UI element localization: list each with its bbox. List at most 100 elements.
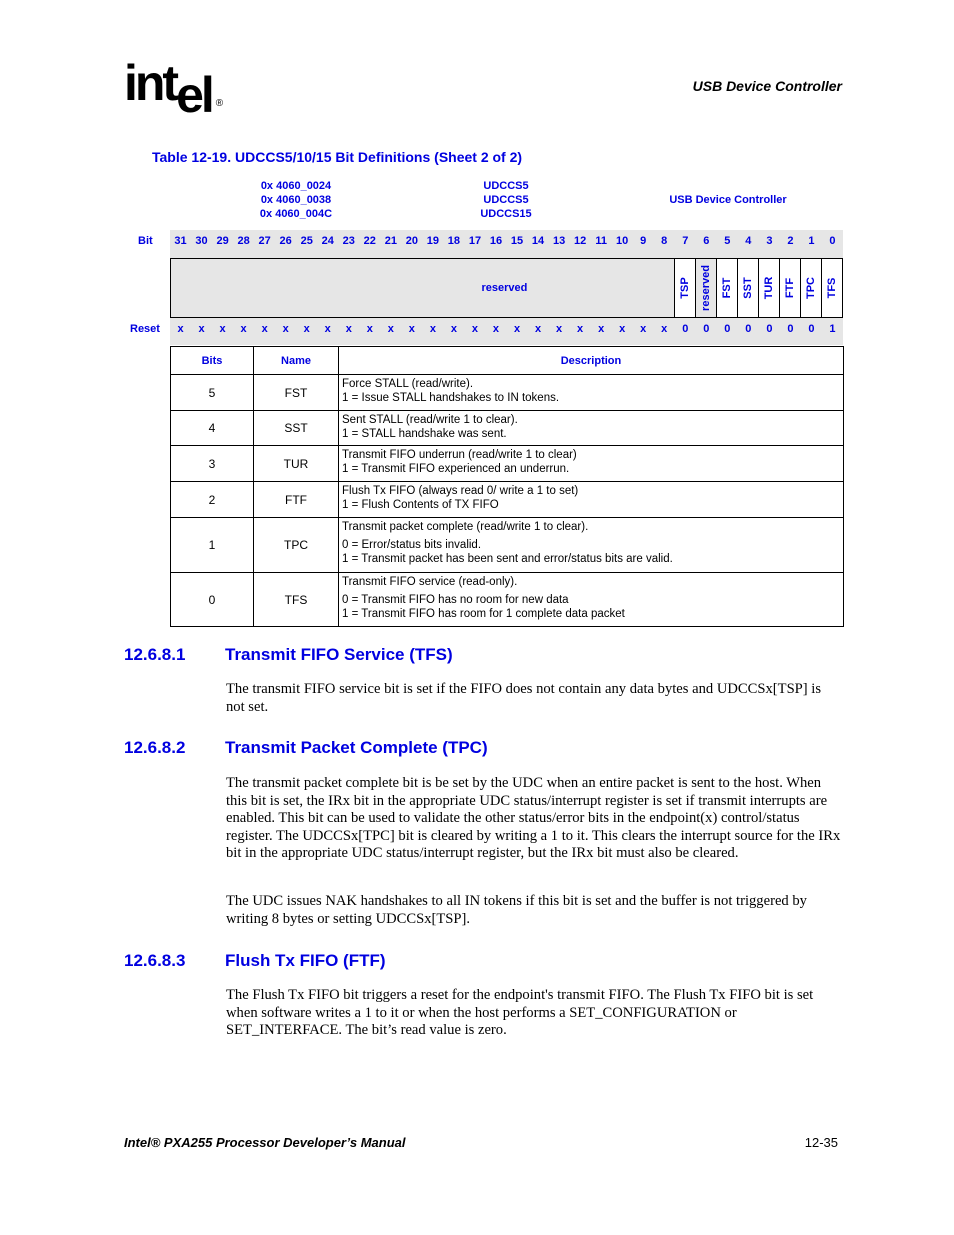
reset-value: x xyxy=(429,323,436,335)
reset-value: x xyxy=(345,323,352,335)
bit-number: 19 xyxy=(426,235,440,247)
bit-number: 11 xyxy=(595,235,607,247)
field-bit-4: SST xyxy=(736,259,758,317)
bit-number: 27 xyxy=(258,235,271,247)
description-line: Transmit FIFO underrun (read/write 1 to … xyxy=(342,449,577,461)
bit-number: 25 xyxy=(300,235,313,247)
bit-number: 21 xyxy=(384,235,397,247)
description-line: Sent STALL (read/write 1 to clear). xyxy=(342,414,518,426)
reset-value: x xyxy=(324,323,331,335)
reset-value: x xyxy=(450,323,457,335)
reset-value: x xyxy=(640,323,647,335)
cell-name: TFS xyxy=(253,572,339,627)
table-title: Table 12-19. UDCCS5/10/15 Bit Definition… xyxy=(152,149,523,165)
table-header-row: Bits Name Description xyxy=(170,346,844,375)
cell-name: FTF xyxy=(253,481,339,518)
cell-name: FST xyxy=(253,374,339,411)
bit-number: 2 xyxy=(787,235,794,247)
cell-description: Sent STALL (read/write 1 to clear). 1 = … xyxy=(338,410,844,446)
register-names: UDCCS5 UDCCS5 UDCCS15 xyxy=(470,179,542,221)
cell-bits: 2 xyxy=(170,481,254,518)
bit-number: 8 xyxy=(661,235,668,247)
field-name: SST xyxy=(741,277,754,299)
section-title: Transmit Packet Complete (TPC) xyxy=(225,738,488,757)
reset-value: x xyxy=(219,323,226,335)
field-bit-0: TFS xyxy=(820,259,842,317)
description-line: 0 = Transmit FIFO has no room for new da… xyxy=(342,594,569,606)
reset-value: x xyxy=(598,323,605,335)
field-name: reserved xyxy=(699,265,712,311)
section-number: 12.6.8.2 xyxy=(124,738,186,757)
paragraph: The Flush Tx FIFO bit triggers a reset f… xyxy=(226,987,814,1038)
bit-number: 18 xyxy=(447,235,461,247)
description-line: 1 = Issue STALL handshakes to IN tokens. xyxy=(342,392,560,404)
table-row: 3 TUR Transmit FIFO underrun (read/write… xyxy=(170,445,844,482)
section-title: Transmit FIFO Service (TFS) xyxy=(225,645,453,664)
bit-number: 15 xyxy=(510,235,524,247)
bit-number: 10 xyxy=(616,235,629,247)
logo-text-drop-e: el xyxy=(176,67,215,123)
paragraph: The transmit packet complete bit is be s… xyxy=(226,775,841,861)
description-line: Force STALL (read/write). xyxy=(342,378,474,390)
reserved-label: reserved xyxy=(481,282,528,294)
description-line: 1 = STALL handshake was sent. xyxy=(342,428,507,440)
reset-value: x xyxy=(282,323,289,335)
section-title: Flush Tx FIFO (FTF) xyxy=(225,951,386,970)
reset-value: x xyxy=(240,323,247,335)
bit-number: 16 xyxy=(489,235,503,247)
cell-bits: 0 xyxy=(170,572,254,627)
table-row: 5 FST Force STALL (read/write). 1 = Issu… xyxy=(170,374,844,411)
reset-value: 0 xyxy=(682,323,689,335)
field-bit-3: TUR xyxy=(757,259,779,317)
reset-value: x xyxy=(661,323,668,335)
bit-number-row: 31 30 29 28 27 26 25 24 23 22 21 20 19 18 17 16 15 14 13 12… xyxy=(170,235,843,247)
cell-bits: 3 xyxy=(170,445,254,482)
description-line: 0 = Error/status bits invalid. xyxy=(342,539,482,551)
register-name: UDCCS15 xyxy=(480,208,532,220)
description-line: 1 = Flush Contents of TX FIFO xyxy=(342,499,499,511)
address: 0x 4060_004C xyxy=(259,208,333,220)
column-header-description: Description xyxy=(338,346,844,375)
registered-mark: ® xyxy=(215,98,224,109)
register-name: UDCCS5 xyxy=(483,194,529,206)
field-reserved-31-8: reserved xyxy=(171,259,674,317)
field-name: TUR xyxy=(762,276,775,300)
bit-number: 24 xyxy=(321,235,334,247)
cell-description: Transmit FIFO service (read-only). 0 = T… xyxy=(338,572,844,627)
register-addresses: 0x 4060_0024 0x 4060_0038 0x 4060_004C xyxy=(248,179,344,221)
bit-number: 30 xyxy=(195,235,208,247)
intel-logo: intel ® xyxy=(124,58,223,123)
field-bit-6: reserved xyxy=(694,259,716,317)
reset-value: x xyxy=(303,323,310,335)
paragraph: The transmit FIFO service bit is set if … xyxy=(226,681,822,715)
bit-number: 3 xyxy=(766,235,773,247)
reset-value: 0 xyxy=(703,323,710,335)
field-name: FST xyxy=(720,277,733,299)
bit-number: 9 xyxy=(640,235,647,247)
reset-value-row: x x x x x x x x x x x x x x x x x x x x x x x x 0 0 0 0 0 0 0 1 xyxy=(170,323,843,335)
bit-number: 31 xyxy=(174,235,187,247)
cell-description: Force STALL (read/write). 1 = Issue STAL… xyxy=(338,374,844,411)
reset-value: x xyxy=(261,323,268,335)
bit-number: 13 xyxy=(552,235,566,247)
register-name: UDCCS5 xyxy=(483,180,529,192)
register-fields: reserved TSP reserved FST SST TUR FTF TP… xyxy=(170,258,843,318)
reset-value: 0 xyxy=(724,323,731,335)
logo-text: int xyxy=(124,55,179,111)
cell-description: Transmit packet complete (read/write 1 t… xyxy=(338,517,844,573)
bit-definitions-table: Bits Name Description 5 FST Force STALL … xyxy=(170,346,844,627)
bit-number: 14 xyxy=(531,235,545,247)
field-name: TFS xyxy=(825,277,838,299)
bit-number: 0 xyxy=(829,235,836,247)
table-row: 0 TFS Transmit FIFO service (read-only).… xyxy=(170,572,844,627)
bit-number: 22 xyxy=(363,235,376,247)
reset-value: x xyxy=(387,323,394,335)
cell-description: Transmit FIFO underrun (read/write 1 to … xyxy=(338,445,844,482)
bit-number: 23 xyxy=(342,235,355,247)
register-unit: USB Device Controller xyxy=(669,194,787,206)
bit-number: 5 xyxy=(724,235,731,247)
reset-value: x xyxy=(534,323,542,335)
reset-value: 0 xyxy=(745,323,752,335)
bit-number: 4 xyxy=(745,235,752,247)
reset-value: x xyxy=(366,323,373,335)
